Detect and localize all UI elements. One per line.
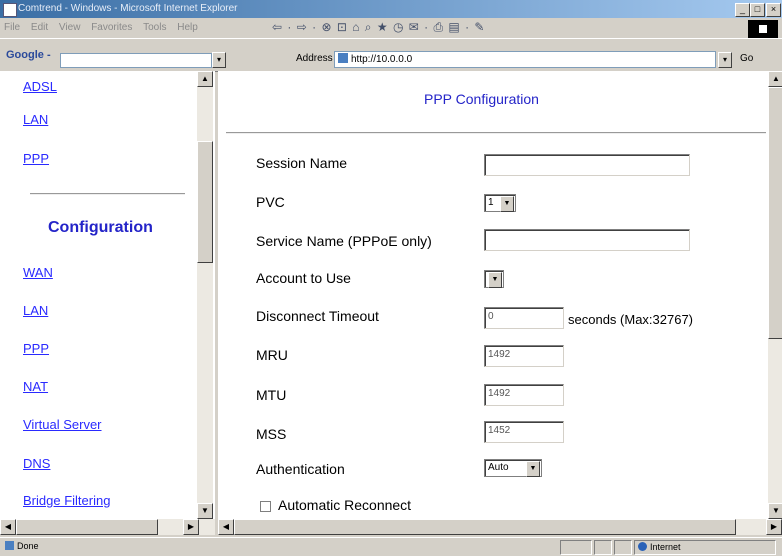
page-title: PPP Configuration — [424, 91, 539, 107]
nav-link-nat[interactable]: NAT — [23, 379, 48, 394]
google-dropdown-icon[interactable]: ▾ — [212, 52, 226, 68]
session-name-label: Session Name — [256, 155, 348, 171]
nav-link-dns[interactable]: DNS — [23, 456, 50, 471]
page-icon — [338, 53, 348, 63]
mtu-input[interactable]: 1492 — [484, 384, 564, 406]
mru-label: MRU — [256, 347, 288, 363]
close-button[interactable]: × — [766, 3, 781, 17]
title-bar: Comtrend - Windows - Microsoft Internet … — [0, 0, 782, 18]
chevron-down-icon[interactable]: ▼ — [500, 196, 514, 212]
account-label: Account to Use — [256, 270, 351, 286]
zone-text: Internet — [650, 542, 681, 552]
nav-link-ppp-top[interactable]: PPP — [23, 151, 49, 166]
menu-tools[interactable]: Tools — [139, 18, 170, 38]
address-value: http://10.0.0.0 — [351, 54, 413, 65]
mss-input[interactable]: 1452 — [484, 421, 564, 443]
authentication-value: Auto — [488, 462, 509, 473]
account-select[interactable]: ▼ — [484, 270, 504, 288]
pvc-select[interactable]: 1 ▼ — [484, 194, 516, 212]
chevron-down-icon[interactable]: ▼ — [526, 461, 540, 477]
address-input[interactable]: http://10.0.0.0 — [334, 51, 716, 68]
page-done-icon — [5, 541, 14, 550]
scroll-thumb[interactable] — [234, 519, 736, 535]
nav-divider — [30, 193, 185, 195]
status-cell — [560, 540, 592, 555]
nav-frame: ADSL LAN PPP Configuration WAN LAN PPP N… — [0, 71, 215, 519]
scroll-thumb[interactable] — [197, 141, 213, 263]
address-dropdown-icon[interactable]: ▾ — [718, 52, 732, 68]
menu-view[interactable]: View — [55, 18, 85, 38]
address-bar-row: Google - ▾ Address http://10.0.0.0 ▾ Go — [0, 38, 782, 72]
windows-logo-icon — [748, 20, 778, 38]
zone-cell: Internet — [634, 540, 776, 555]
nav-link-lan-top[interactable]: LAN — [23, 112, 48, 127]
content-horizontal-scrollbar[interactable]: ◀ ▶ — [218, 519, 782, 535]
status-cell — [594, 540, 612, 555]
minimize-button[interactable]: _ — [735, 3, 750, 17]
menu-help[interactable]: Help — [173, 18, 202, 38]
google-toolbar-label[interactable]: Google - — [6, 49, 51, 61]
nav-link-adsl[interactable]: ADSL — [23, 79, 57, 94]
scroll-right-icon[interactable]: ▶ — [766, 519, 782, 535]
toolbar-icons[interactable]: ⇦ · ⇨ · ⊗ ⊡ ⌂ ⌕ ★ ◷ ✉ · ⎙ ▤ · ✎ — [272, 20, 485, 35]
mss-label: MSS — [256, 426, 287, 442]
menu-file[interactable]: File — [0, 18, 24, 38]
scroll-left-icon[interactable]: ◀ — [218, 519, 234, 535]
pvc-label: PVC — [256, 194, 285, 210]
title-divider — [226, 132, 766, 134]
nav-link-ppp[interactable]: PPP — [23, 341, 49, 356]
nav-link-wan[interactable]: WAN — [23, 265, 53, 280]
go-button[interactable]: Go — [740, 53, 753, 64]
nav-section-title: Configuration — [48, 219, 153, 236]
nav-link-virtual-server[interactable]: Virtual Server — [23, 417, 102, 432]
nav-horizontal-scrollbar[interactable]: ◀ ▶ — [0, 519, 215, 535]
chevron-down-icon[interactable]: ▼ — [488, 272, 502, 288]
maximize-button[interactable]: □ — [750, 3, 765, 17]
google-search-input[interactable] — [60, 53, 212, 68]
status-text: Done — [17, 541, 39, 551]
content-vertical-scrollbar[interactable]: ▲ ▼ — [768, 71, 782, 519]
authentication-select[interactable]: Auto ▼ — [484, 459, 542, 477]
disconnect-timeout-label: Disconnect Timeout — [256, 308, 379, 324]
nav-link-lan[interactable]: LAN — [23, 303, 48, 318]
window-title: Comtrend - Windows - Microsoft Internet … — [18, 3, 238, 14]
timeout-unit-text: seconds (Max:32767) — [568, 312, 694, 327]
scroll-thumb[interactable] — [16, 519, 158, 535]
scroll-left-icon[interactable]: ◀ — [0, 519, 16, 535]
scroll-right-icon[interactable]: ▶ — [183, 519, 199, 535]
globe-icon — [638, 542, 647, 551]
scroll-thumb[interactable] — [768, 87, 782, 339]
address-label: Address — [296, 53, 333, 64]
status-cell — [614, 540, 632, 555]
scroll-down-icon[interactable]: ▼ — [197, 503, 213, 519]
nav-vertical-scrollbar[interactable]: ▲ ▼ — [197, 71, 213, 519]
auto-reconnect-label: Automatic Reconnect — [278, 497, 412, 513]
pvc-value: 1 — [488, 197, 494, 208]
mtu-label: MTU — [256, 387, 287, 403]
status-text-cell: Done — [2, 541, 39, 551]
nav-link-bridge-filtering[interactable]: Bridge Filtering — [23, 493, 110, 508]
content-frame: PPP Configuration Session Name PVC 1 ▼ S… — [218, 71, 768, 519]
ie-icon — [3, 3, 17, 17]
auto-reconnect-checkbox[interactable] — [260, 501, 271, 512]
status-bar: Done Internet — [0, 537, 782, 556]
disconnect-timeout-input[interactable]: 0 — [484, 307, 564, 329]
service-name-label: Service Name (PPPoE only) — [256, 233, 432, 249]
mru-input[interactable]: 1492 — [484, 345, 564, 367]
menu-favorites[interactable]: Favorites — [87, 18, 136, 38]
service-name-input[interactable] — [484, 229, 690, 251]
scroll-up-icon[interactable]: ▲ — [768, 71, 782, 87]
scroll-down-icon[interactable]: ▼ — [768, 503, 782, 519]
scroll-up-icon[interactable]: ▲ — [197, 71, 213, 87]
menu-edit[interactable]: Edit — [27, 18, 52, 38]
session-name-input[interactable] — [484, 154, 690, 176]
authentication-label: Authentication — [256, 461, 345, 477]
